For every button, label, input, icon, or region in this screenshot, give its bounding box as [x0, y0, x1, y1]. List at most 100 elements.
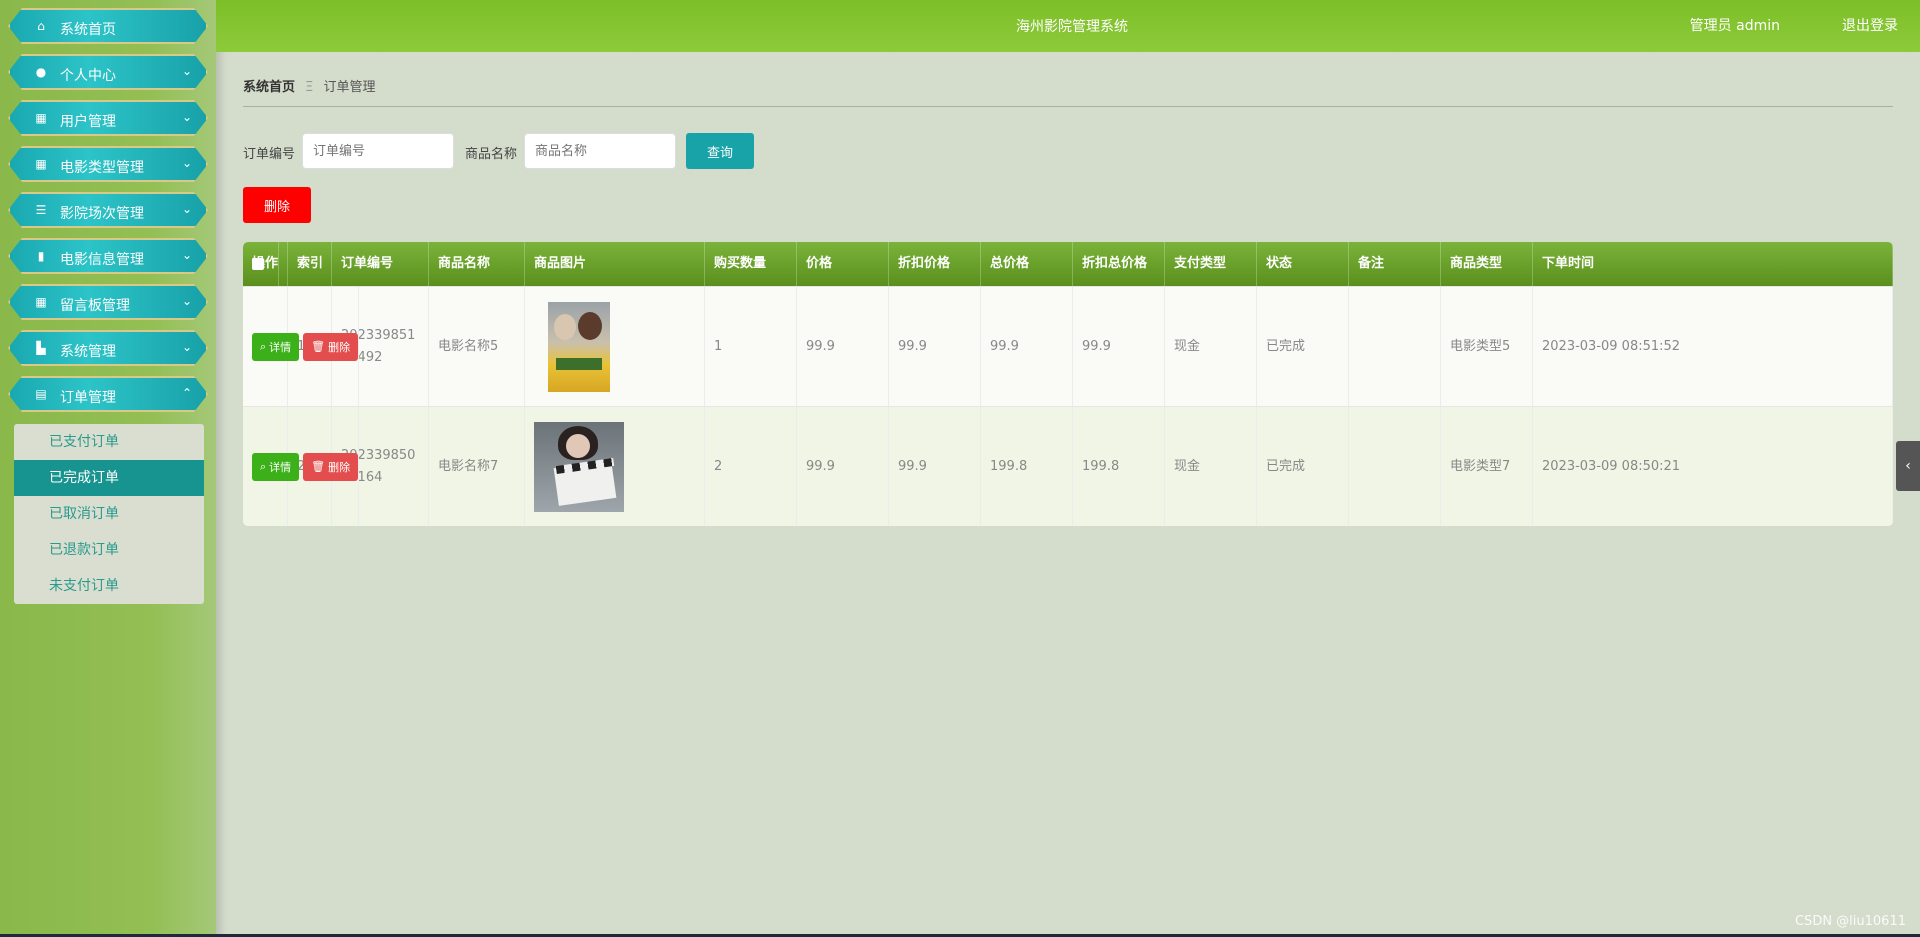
sidebar-item-label: 用户管理	[60, 114, 116, 130]
column-header: 商品类型	[1441, 242, 1533, 286]
logout-link[interactable]: 退出登录	[1842, 15, 1898, 35]
submenu-item[interactable]: 已退款订单	[14, 532, 204, 568]
cell-name: 电影名称5	[429, 287, 525, 406]
column-header: 折扣价格	[889, 242, 981, 286]
chevron-icon: ⌄	[181, 248, 192, 262]
column-header: 状态	[1257, 242, 1349, 286]
chevron-icon: ⌄	[181, 340, 192, 354]
cell-remark	[1349, 407, 1441, 526]
orders-table: 索引 订单编号 商品名称 商品图片 购买数量 价格 折扣价格 总价格 折扣总价格 支付类型 状态 备注…	[243, 242, 1893, 526]
search-icon: ⌕	[260, 459, 267, 473]
cell-type: 电影类型7	[1441, 407, 1533, 526]
app-title: 海州影院管理系统	[1016, 19, 1128, 35]
cell-qty: 1	[705, 287, 797, 406]
chevron-icon: ⌃	[181, 386, 192, 400]
cell-time: 2023-03-09 08:50:21	[1533, 407, 1893, 526]
batch-delete-button[interactable]: 删除	[243, 187, 311, 223]
sidebar: ⌂ 系统首页 ● 个人中心 ⌄ ▦ 用户管理 ⌄ ▦ 电影类型管理 ⌄ ☰ 影院场次管理 ⌄ ▮ 电影信息管理…	[0, 0, 216, 937]
grid-icon: ▦	[35, 295, 47, 309]
column-header: 索引	[288, 242, 332, 286]
grid-icon: ▦	[35, 111, 47, 125]
cell-name: 电影名称7	[429, 407, 525, 526]
submenu-item[interactable]: 未支付订单	[14, 568, 204, 604]
sidebar-item[interactable]: ▤ 订单管理 ⌃	[8, 376, 208, 412]
sidebar-item[interactable]: ▦ 留言板管理 ⌄	[8, 284, 208, 320]
column-header: 备注	[1349, 242, 1441, 286]
cell-pay-type: 现金	[1165, 287, 1257, 406]
table-row: 2 20233985015164 电影名称7 2 99.9 99.9 199.8 199.8 现…	[243, 406, 1893, 526]
sidebar-item-label: 订单管理	[60, 390, 116, 406]
cell-discount-total: 99.9	[1073, 287, 1165, 406]
cell-pay-type: 现金	[1165, 407, 1257, 526]
submenu-item[interactable]: 已支付订单	[14, 424, 204, 460]
sidebar-item-label: 影院场次管理	[60, 206, 144, 222]
cell-status: 已完成	[1257, 407, 1349, 526]
cell-time: 2023-03-09 08:51:52	[1533, 287, 1893, 406]
sidebar-item-label: 电影信息管理	[60, 252, 144, 268]
top-header: 海州影院管理系统 管理员 admin 退出登录	[216, 0, 1920, 52]
movie-poster-image	[548, 301, 610, 392]
cell-discount-price: 99.9	[889, 407, 981, 526]
sidebar-item-label: 系统首页	[60, 22, 116, 38]
collapse-panel-button[interactable]: ‹	[1896, 441, 1920, 491]
chevron-icon: ⌄	[181, 64, 192, 78]
sidebar-item[interactable]: ● 个人中心 ⌄	[8, 54, 208, 90]
order-no-input[interactable]	[302, 133, 454, 169]
product-name-input[interactable]	[524, 133, 676, 169]
table-row: 1 20233985145492 电影名称5 1 99.9 99.9 99.9 99.9 现金已…	[243, 286, 1893, 406]
sidebar-item-label: 电影类型管理	[60, 160, 144, 176]
poster-cell	[525, 407, 705, 526]
order-submenu: 已支付订单 已完成订单 已取消订单 已退款订单 未支付订单	[14, 424, 204, 604]
sidebar-item[interactable]: ▦ 电影类型管理 ⌄	[8, 146, 208, 182]
poster-cell	[525, 287, 705, 406]
cell-price: 99.9	[797, 287, 889, 406]
sidebar-item[interactable]: ▮ 电影信息管理 ⌄	[8, 238, 208, 274]
order-no-label: 订单编号	[243, 147, 296, 162]
sidebar-item[interactable]: ⌂ 系统首页	[8, 8, 208, 44]
delete-button-label: 删除	[328, 340, 351, 354]
cell-total: 99.9	[981, 287, 1073, 406]
sidebar-item-label: 系统管理	[60, 344, 116, 360]
chevron-left-icon: ‹	[1905, 458, 1911, 474]
clipboard-icon: ▤	[35, 387, 47, 401]
actions-cell: ⌕ 详情 🗑 删除	[243, 287, 360, 406]
user-icon: ●	[35, 65, 47, 79]
breadcrumb-home[interactable]: 系统首页	[243, 80, 295, 95]
table-header: 索引 订单编号 商品名称 商品图片 购买数量 价格 折扣价格 总价格 折扣总价格 支付类型 状态 备注…	[243, 242, 1893, 286]
column-header: 商品图片	[525, 242, 705, 286]
detail-button[interactable]: ⌕ 详情	[252, 332, 300, 361]
cell-total: 199.8	[981, 407, 1073, 526]
column-header: 折扣总价格	[1073, 242, 1165, 286]
delete-button-label: 删除	[328, 460, 351, 474]
sidebar-item[interactable]: ▙ 系统管理 ⌄	[8, 330, 208, 366]
submenu-item[interactable]: 已完成订单	[14, 460, 204, 496]
breadcrumb-current: 订单管理	[323, 80, 376, 95]
column-header: 订单编号	[332, 242, 429, 286]
current-user: 管理员 admin	[1689, 18, 1780, 34]
column-header: 支付类型	[1165, 242, 1257, 286]
chevron-icon: ⌄	[181, 202, 192, 216]
submenu-item[interactable]: 已取消订单	[14, 496, 204, 532]
column-header: 购买数量	[705, 242, 797, 286]
column-header: 总价格	[981, 242, 1073, 286]
column-header: 价格	[797, 242, 889, 286]
cell-price: 99.9	[797, 407, 889, 526]
trash-icon: 🗑	[311, 460, 326, 473]
breadcrumb: 系统首页 Ξ 订单管理	[243, 76, 1893, 107]
product-name-label: 商品名称	[465, 147, 518, 162]
sidebar-item[interactable]: ☰ 影院场次管理 ⌄	[8, 192, 208, 228]
sliders-icon: ☰	[35, 203, 47, 217]
detail-button-label: 详情	[269, 340, 292, 354]
column-header: 下单时间	[1533, 242, 1893, 286]
query-button[interactable]: 查询	[686, 133, 754, 169]
cell-type: 电影类型5	[1441, 287, 1533, 406]
cell-discount-total: 199.8	[1073, 407, 1165, 526]
sidebar-item[interactable]: ▦ 用户管理 ⌄	[8, 100, 208, 136]
sidebar-item-label: 留言板管理	[60, 298, 130, 314]
movie-poster-image	[534, 421, 624, 512]
cell-remark	[1349, 287, 1441, 406]
detail-button-label: 详情	[269, 460, 292, 474]
delete-button[interactable]: 🗑 删除	[303, 332, 359, 361]
detail-button[interactable]: ⌕ 详情	[252, 452, 300, 481]
delete-button[interactable]: 🗑 删除	[303, 452, 359, 481]
